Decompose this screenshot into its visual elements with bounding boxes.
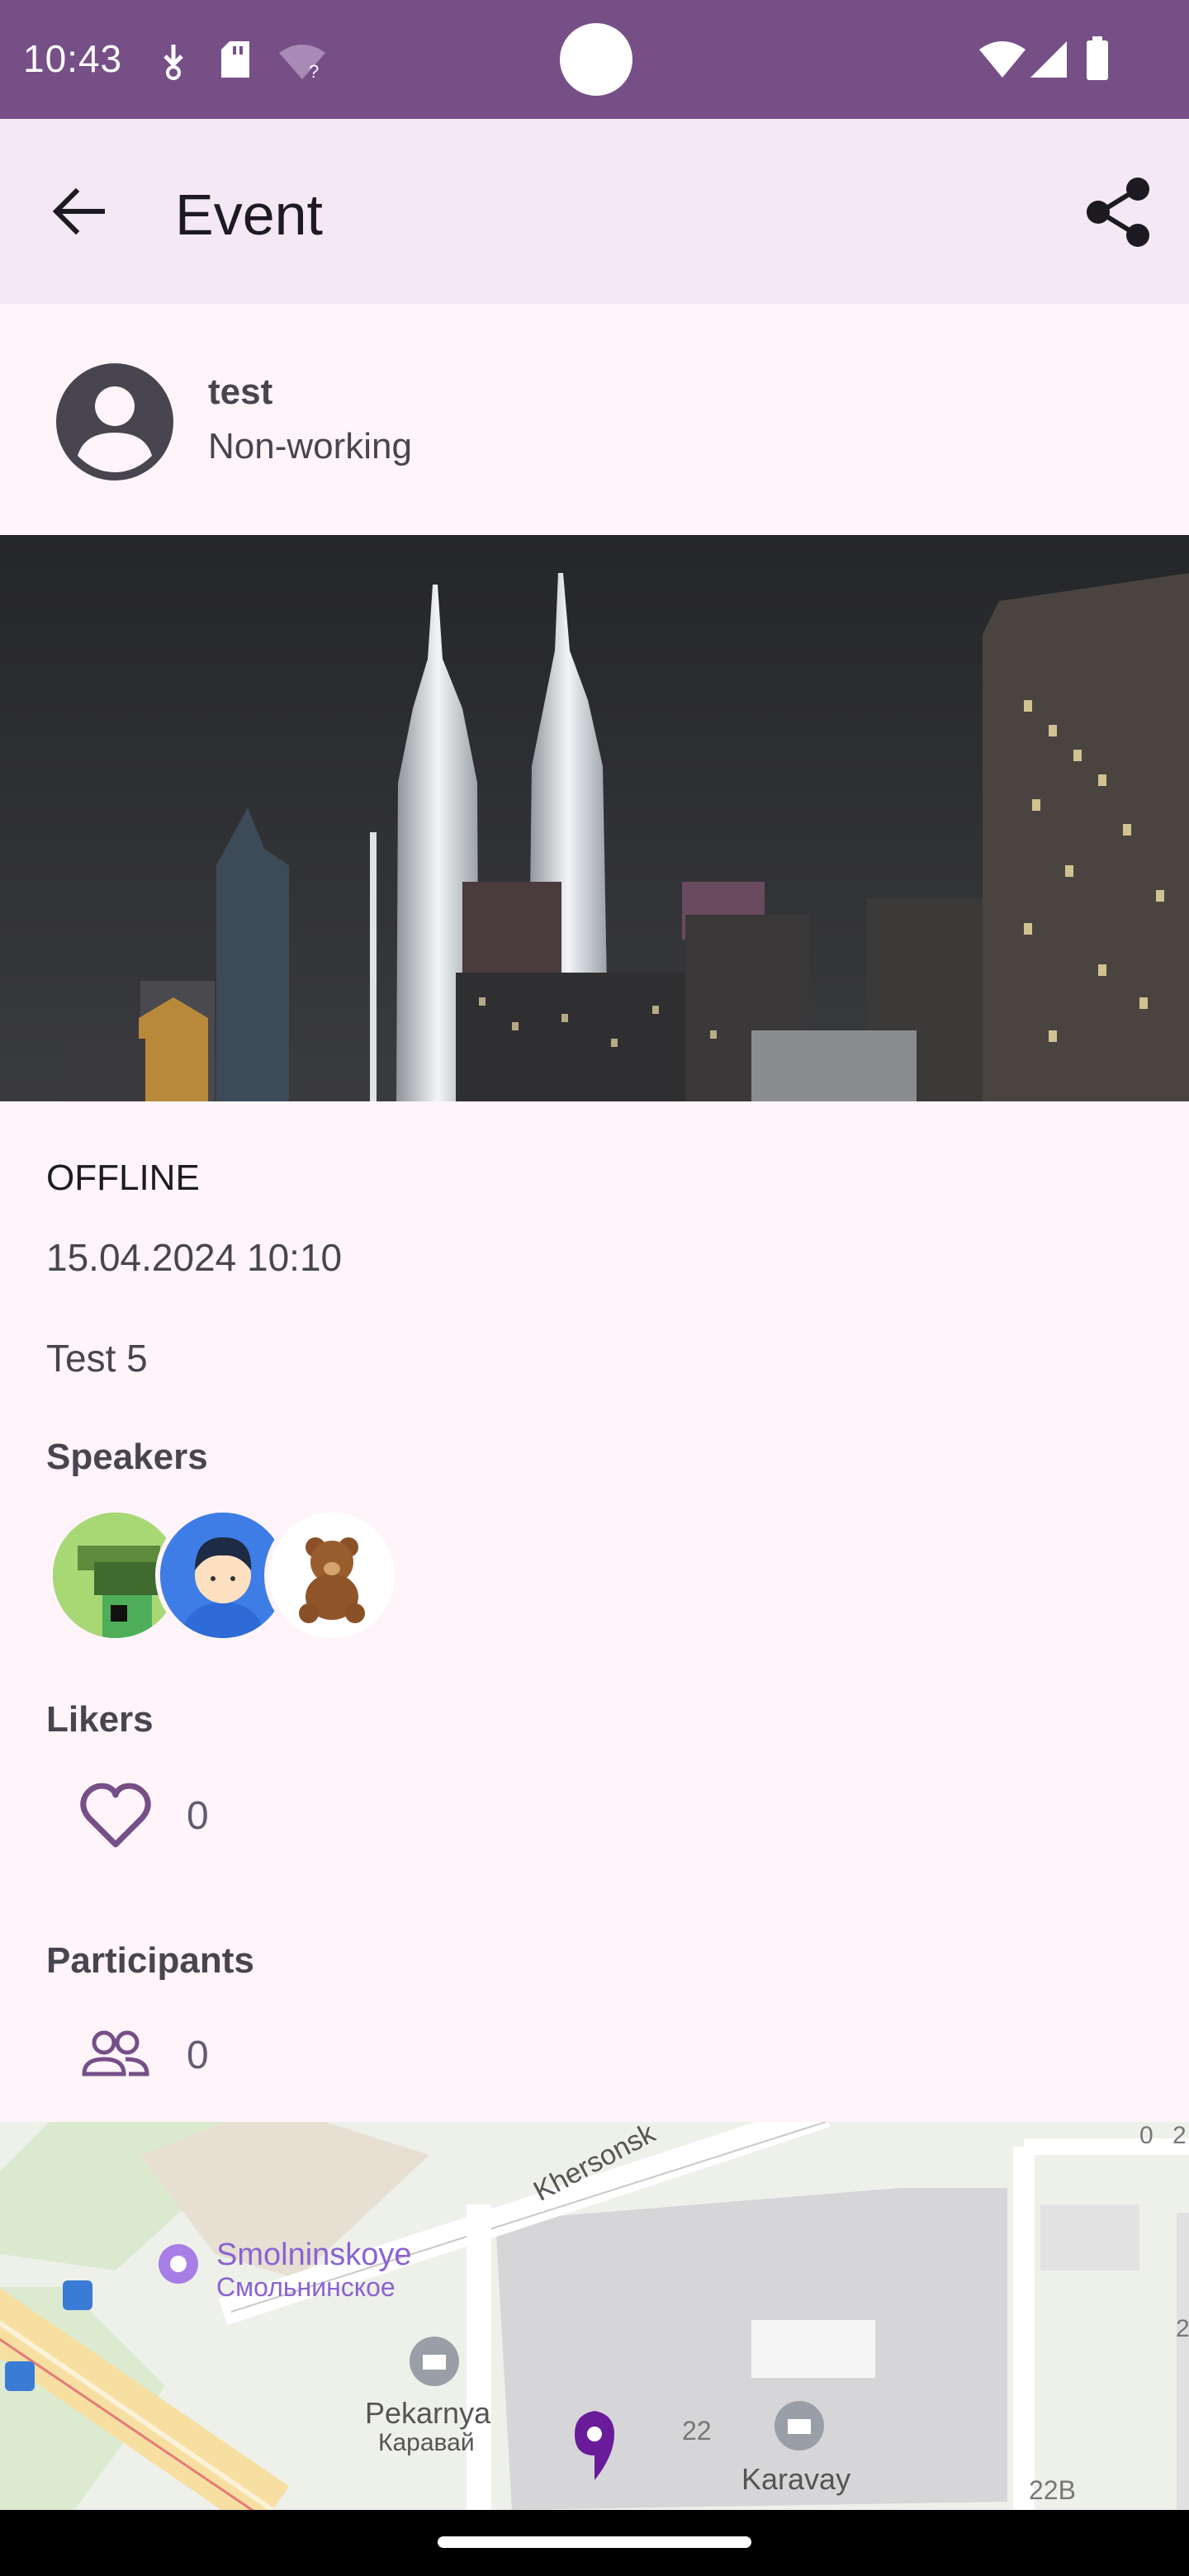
map-house-number: 2 xyxy=(1176,2315,1189,2342)
like-button[interactable] xyxy=(76,1775,155,1854)
participants-title: Participants xyxy=(46,1940,254,1981)
author-job: Non-working xyxy=(208,426,412,466)
map-poi-karavay: Karavay xyxy=(741,2462,851,2496)
status-time: 10:43 xyxy=(23,37,123,80)
author-name: test xyxy=(208,372,273,412)
event-type: OFFLINE xyxy=(46,1158,200,1198)
share-icon xyxy=(1087,178,1149,247)
map-poi-smolninskoye-ru: Смольнинское xyxy=(216,2272,396,2302)
participants-count: 0 xyxy=(187,2034,209,2077)
page-title: Event xyxy=(175,182,323,247)
wifi-question-icon: ? xyxy=(279,45,325,81)
speakers-title: Speakers xyxy=(46,1437,208,1477)
wifi-icon xyxy=(979,41,1026,78)
system-navigation-bar xyxy=(0,2510,1189,2576)
map-house-number: 0 xyxy=(1139,2122,1153,2149)
back-button[interactable] xyxy=(46,178,112,244)
top-app-bar: Event xyxy=(0,119,1189,304)
signal-icon xyxy=(1030,41,1067,78)
map-house-number: 22 xyxy=(682,2416,712,2446)
event-datetime: 15.04.2024 10:10 xyxy=(46,1236,343,1279)
teddy-bear-avatar xyxy=(269,1513,395,1638)
participate-button[interactable] xyxy=(79,2028,152,2081)
download-icon xyxy=(163,45,183,80)
arrow-back-icon xyxy=(52,187,105,235)
author-header[interactable]: test Non-working xyxy=(0,304,1189,535)
heart-outline-icon xyxy=(80,1783,151,1848)
event-photo[interactable] xyxy=(0,535,1189,1101)
map-house-number: 2 xyxy=(1172,2122,1187,2149)
camera-cutout xyxy=(560,23,632,96)
event-content: Test 5 xyxy=(46,1337,148,1380)
home-gesture-handle[interactable] xyxy=(438,2536,751,2548)
speaker-avatar[interactable] xyxy=(264,1508,400,1643)
sd-card-icon xyxy=(221,41,249,78)
map-poi-pekarnya: Pekarnya xyxy=(365,2396,491,2430)
likers-count: 0 xyxy=(187,1794,209,1838)
map-poi-pekarnya-ru: Каравай xyxy=(378,2429,475,2456)
svg-text:?: ? xyxy=(309,61,319,81)
likers-title: Likers xyxy=(46,1699,154,1740)
battery-icon xyxy=(1087,36,1108,80)
account-circle-icon xyxy=(56,363,173,481)
status-bar: 10:43 ? xyxy=(0,0,1189,119)
city-skyline-image xyxy=(0,535,1189,1101)
event-map[interactable]: Khersonsk Smolninskoye Смольнинское Peka… xyxy=(0,2122,1189,2510)
share-button[interactable] xyxy=(1082,175,1156,249)
group-icon xyxy=(82,2030,149,2076)
map-house-number: 22B xyxy=(1029,2475,1076,2505)
map-poi-smolninskoye: Smolninskoye xyxy=(216,2237,412,2272)
